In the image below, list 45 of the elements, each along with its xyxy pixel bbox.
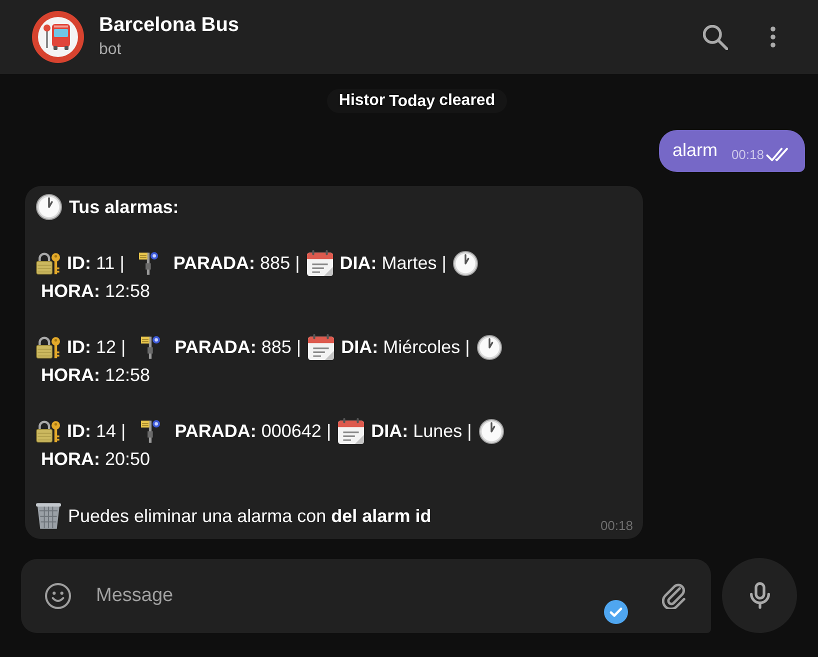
wastebasket-icon [36,503,61,529]
alarm-day-text: DIA: Martes | [340,252,446,274]
alarm-time-text: HORA: 20:50 [41,448,150,470]
calendar-icon [338,418,364,444]
clock-icon [453,250,478,276]
alarm-day-text: DIA: Lunes | [371,420,472,442]
message-time: 00:18 [600,518,633,534]
alarm-stop-text: PARADA: 000642 | [174,420,332,442]
alarm-time-text: HORA: 12:58 [41,280,150,302]
bus-stop-sign-icon [140,336,160,358]
alarm-stop-text: PARADA: 885 | [174,336,302,358]
microphone-icon [750,582,770,609]
alarm-time-text: HORA: 12:58 [41,364,150,386]
alarm-id-text: ID: 12 | [67,336,126,358]
alarm-id-text: ID: 11 | [67,252,124,274]
bus-stop-avatar-icon[interactable] [32,11,84,63]
calendar-icon [306,250,333,276]
bus-stop-sign-icon [140,420,160,442]
chat-subtitle: bot [99,40,122,60]
more-menu-icon[interactable] [770,26,776,48]
message-input[interactable]: Message [96,582,650,610]
message-time: 00:18 [731,147,764,163]
check-badge-icon [604,600,628,624]
alarm-day-text: DIA: Miércoles | [341,336,470,358]
padlock-key-icon [36,251,60,275]
message-text: alarm [672,139,718,162]
chat-title: Barcelona Bus [99,13,240,37]
clock-icon [476,334,502,360]
message-title: Tus alarmas: [69,196,179,218]
padlock-key-icon [36,335,60,359]
paperclip-icon[interactable] [662,582,686,608]
message-text: Puedes eliminar una alarma con del alarm id [68,506,432,526]
alarm-stop-text: PARADA: 885 | [173,252,300,274]
alarm-id-text: ID: 14 | [67,420,126,442]
service-message-text: cleared [439,92,496,110]
padlock-key-icon [36,419,60,443]
calendar-icon [308,334,334,360]
bus-stop-sign-icon [139,252,158,274]
search-icon[interactable] [703,24,728,50]
date-label: Today [389,93,436,111]
emoji-smile-icon[interactable] [45,582,71,608]
message-composer[interactable]: Message [21,558,711,632]
clock-icon [478,418,504,444]
service-message-text: Histor [338,92,386,110]
clock-icon [36,194,62,220]
